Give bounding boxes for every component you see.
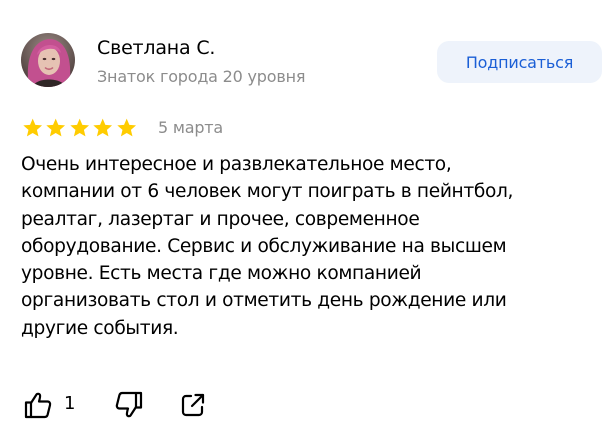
review-text-line: организовать стол и отметить день рожден… bbox=[21, 290, 507, 312]
review-text: Очень интересное и развлекательное место… bbox=[21, 151, 606, 342]
star-icon bbox=[70, 118, 89, 137]
rating-stars bbox=[21, 117, 138, 139]
review-text-line: Очень интересное и развлекательное место… bbox=[21, 154, 452, 175]
dislike-button[interactable] bbox=[108, 390, 144, 420]
avatar[interactable] bbox=[21, 33, 75, 87]
star-icon bbox=[23, 118, 43, 137]
review-text-line: оборудование. Сервис и обслуживание на в… bbox=[21, 235, 507, 257]
star-icon bbox=[46, 118, 66, 137]
share-icon bbox=[181, 393, 205, 417]
review-text-line: уровне. Есть места где можно компанией bbox=[21, 263, 422, 285]
author-rank: Знаток города 20 уровня bbox=[97, 67, 306, 86]
user-avatar-photo bbox=[21, 33, 75, 87]
review-card: Светлана С. Знаток города 20 уровня Подп… bbox=[0, 0, 611, 439]
review-text-line: другие события. bbox=[21, 317, 179, 339]
subscribe-button[interactable]: Подписаться bbox=[437, 41, 602, 83]
thumbs-up-icon bbox=[24, 392, 52, 419]
star-icon bbox=[116, 118, 136, 137]
review-date: 5 марта bbox=[158, 118, 224, 137]
review-text-line: компании от 6 человек могут поиграть в п… bbox=[21, 181, 514, 203]
like-count: 1 bbox=[64, 393, 76, 414]
share-button[interactable] bbox=[178, 390, 208, 420]
author-name[interactable]: Светлана С. bbox=[97, 37, 215, 59]
star-icon bbox=[93, 118, 113, 137]
review-text-line: реалтаг, лазертаг и прочее, современное bbox=[21, 208, 420, 230]
thumbs-down-icon bbox=[115, 391, 143, 418]
